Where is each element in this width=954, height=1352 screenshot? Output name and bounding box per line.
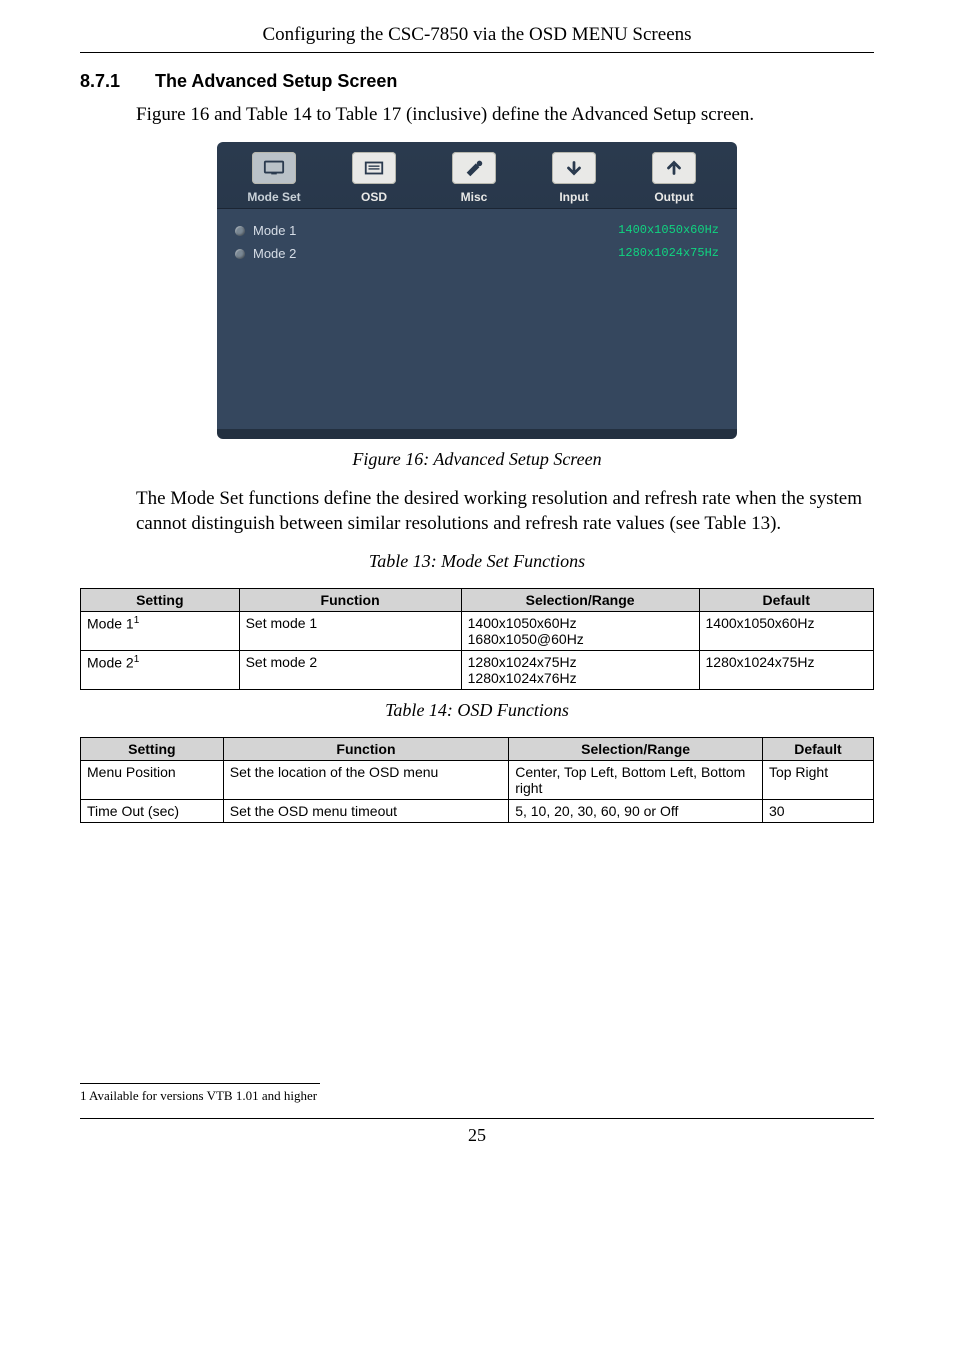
osd-body: Mode 1 1400x1050x60Hz Mode 2 1280x1024x7… <box>217 208 737 429</box>
table-header: Function <box>239 588 461 611</box>
table-header: Selection/Range <box>461 588 699 611</box>
cell-function: Set mode 1 <box>239 611 461 650</box>
osd-row-value: 1280x1024x75Hz <box>618 246 719 260</box>
table-header: Setting <box>81 737 224 760</box>
arrow-up-icon <box>652 152 696 184</box>
tab-input[interactable]: Input <box>529 152 619 204</box>
cell-default: 1400x1050x60Hz <box>699 611 873 650</box>
intro-paragraph: Figure 16 and Table 14 to Table 17 (incl… <box>136 102 874 128</box>
figure-16-caption: Figure 16: Advanced Setup Screen <box>80 449 874 470</box>
cell-function: Set the OSD menu timeout <box>223 799 508 822</box>
table-14-caption: Table 14: OSD Functions <box>80 700 874 721</box>
running-header: Configuring the CSC-7850 via the OSD MEN… <box>80 20 874 53</box>
tab-mode-set[interactable]: Mode Set <box>229 152 319 204</box>
tab-label: Input <box>559 190 588 204</box>
list-icon <box>352 152 396 184</box>
osd-tab-bar: Mode Set OSD Misc Input <box>217 142 737 208</box>
section-number: 8.7.1 <box>80 71 150 92</box>
cell-default: 30 <box>762 799 873 822</box>
table-header: Default <box>699 588 873 611</box>
tools-icon <box>452 152 496 184</box>
radio-icon <box>235 226 245 236</box>
cell-function: Set the location of the OSD menu <box>223 760 508 799</box>
section-title-text: The Advanced Setup Screen <box>155 71 397 91</box>
table-row: Time Out (sec) Set the OSD menu timeout … <box>81 799 874 822</box>
cell-range: 5, 10, 20, 30, 60, 90 or Off <box>509 799 763 822</box>
radio-icon <box>235 249 245 259</box>
section-heading: 8.7.1 The Advanced Setup Screen <box>80 71 874 92</box>
table-header: Default <box>762 737 873 760</box>
osd-row[interactable]: Mode 2 1280x1024x75Hz <box>235 242 719 265</box>
table-13: Setting Function Selection/Range Default… <box>80 588 874 690</box>
osd-row[interactable]: Mode 1 1400x1050x60Hz <box>235 219 719 242</box>
cell-function: Set mode 2 <box>239 650 461 689</box>
footer-divider <box>80 1118 874 1119</box>
cell-default: Top Right <box>762 760 873 799</box>
tab-output[interactable]: Output <box>629 152 719 204</box>
page-number: 25 <box>80 1125 874 1146</box>
osd-row-value: 1400x1050x60Hz <box>618 223 719 237</box>
tab-label: Misc <box>461 190 488 204</box>
monitor-icon <box>252 152 296 184</box>
table-header: Selection/Range <box>509 737 763 760</box>
table-14: Setting Function Selection/Range Default… <box>80 737 874 823</box>
cell-setting: Time Out (sec) <box>81 799 224 822</box>
footnote-divider <box>80 1083 320 1084</box>
tab-label: Output <box>654 190 693 204</box>
cell-default: 1280x1024x75Hz <box>699 650 873 689</box>
table-header: Function <box>223 737 508 760</box>
tab-osd[interactable]: OSD <box>329 152 419 204</box>
cell-range: 1400x1050x60Hz 1680x1050@60Hz <box>461 611 699 650</box>
osd-screenshot: Mode Set OSD Misc Input <box>217 142 737 439</box>
osd-row-label: Mode 2 <box>253 246 296 261</box>
tab-misc[interactable]: Misc <box>429 152 519 204</box>
tab-label: Mode Set <box>247 190 300 204</box>
body-paragraph-2: The Mode Set functions define the desire… <box>136 486 874 537</box>
arrow-down-icon <box>552 152 596 184</box>
table-header: Setting <box>81 588 240 611</box>
footnote-ref: 1 <box>134 615 140 626</box>
footnote-text: 1 Available for versions VTB 1.01 and hi… <box>80 1088 874 1104</box>
tab-label: OSD <box>361 190 387 204</box>
table-row: Menu Position Set the location of the OS… <box>81 760 874 799</box>
cell-setting: Mode 2 <box>87 655 134 671</box>
cell-range: 1280x1024x75Hz 1280x1024x76Hz <box>461 650 699 689</box>
footnote-ref: 1 <box>134 654 140 665</box>
cell-range: Center, Top Left, Bottom Left, Bottom ri… <box>509 760 763 799</box>
cell-setting: Mode 1 <box>87 616 134 632</box>
table-13-caption: Table 13: Mode Set Functions <box>80 551 874 572</box>
osd-row-label: Mode 1 <box>253 223 296 238</box>
cell-setting: Menu Position <box>81 760 224 799</box>
table-row: Mode 11 Set mode 1 1400x1050x60Hz 1680x1… <box>81 611 874 650</box>
table-row: Mode 21 Set mode 2 1280x1024x75Hz 1280x1… <box>81 650 874 689</box>
